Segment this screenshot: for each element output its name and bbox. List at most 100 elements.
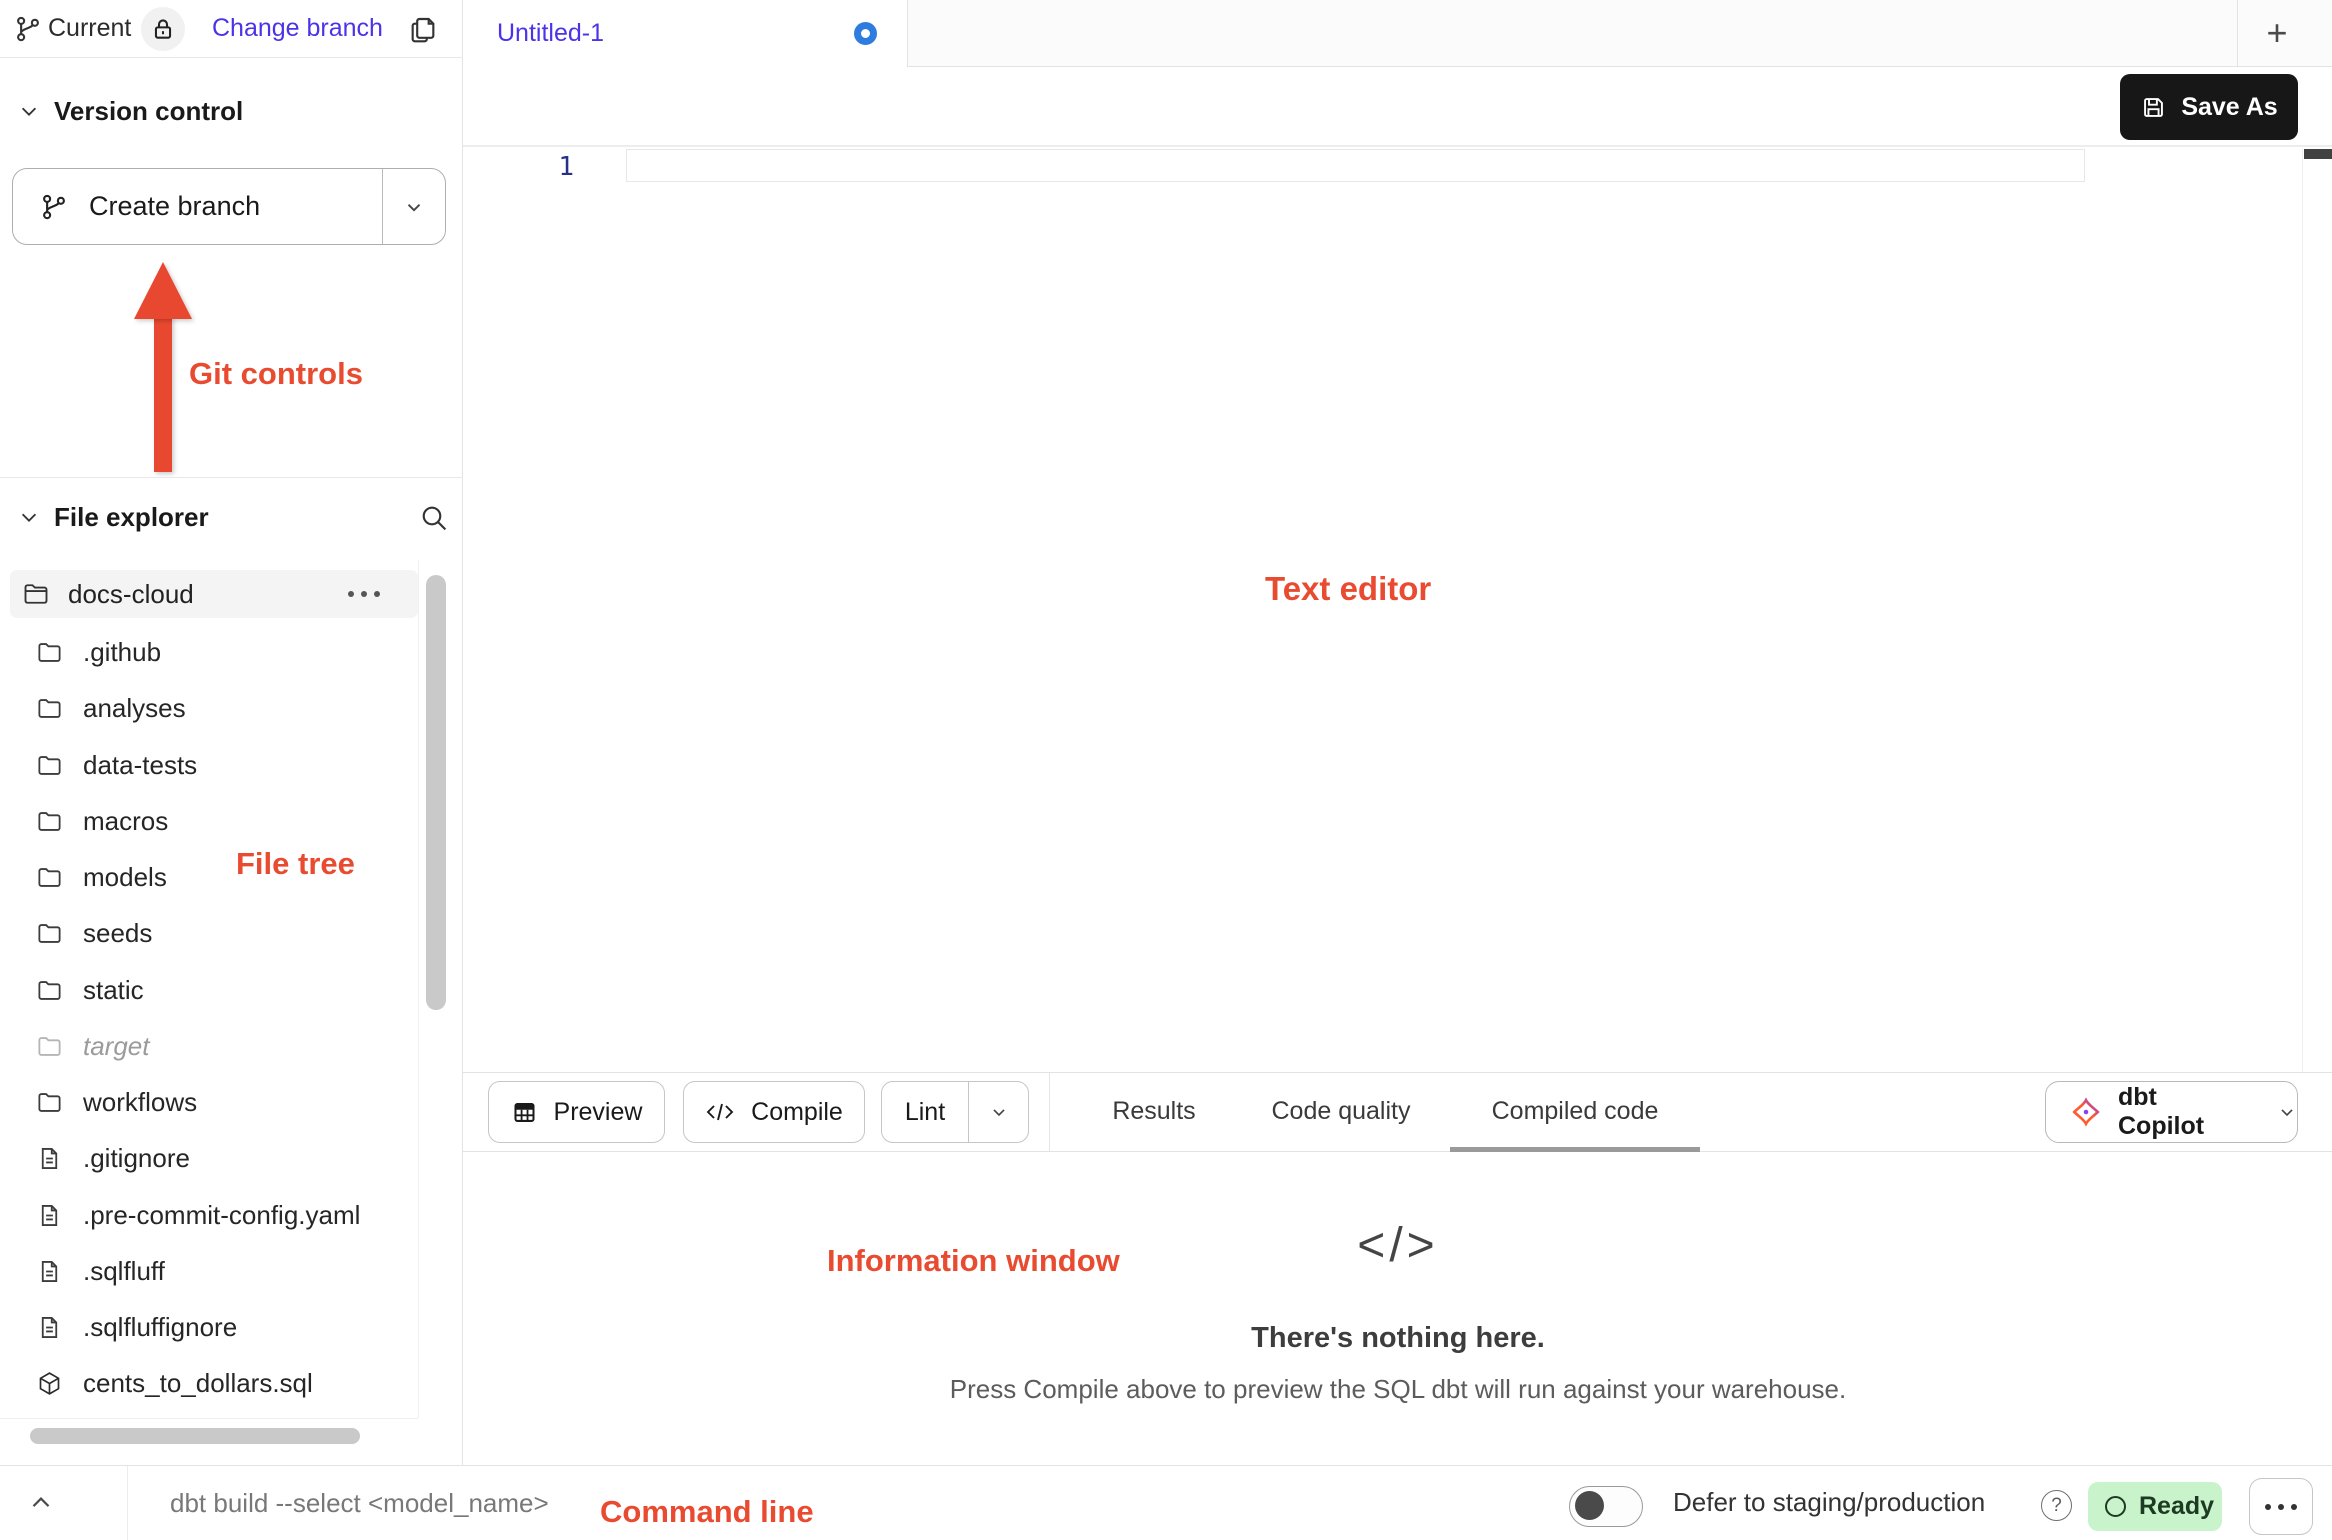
annotation-information-window: Information window: [827, 1243, 1120, 1279]
annotation-command-line: Command line: [600, 1494, 814, 1530]
file-row[interactable]: .sqlfluff: [36, 1243, 406, 1299]
status-badge: Ready: [2088, 1482, 2222, 1531]
folder-icon: [36, 639, 63, 666]
chevron-down-icon: [18, 100, 40, 122]
preview-label: Preview: [554, 1098, 643, 1127]
model-cube-icon: [36, 1370, 63, 1397]
file-row[interactable]: .sqlfluffignore: [36, 1299, 406, 1355]
tab-title: Untitled-1: [497, 19, 604, 48]
save-icon: [2140, 94, 2167, 121]
compile-label: Compile: [751, 1098, 843, 1127]
create-branch-button[interactable]: Create branch: [12, 168, 446, 245]
editor-scrollbar-thumb[interactable]: [2304, 149, 2332, 159]
file-name: .pre-commit-config.yaml: [83, 1200, 360, 1231]
sidebar: Current Change branch Version control: [0, 0, 463, 1465]
file-explorer-title: File explorer: [54, 502, 209, 533]
current-branch-label: Current: [48, 0, 131, 57]
panel-divider: [1049, 1072, 1050, 1152]
annotation-file-tree: File tree: [236, 846, 355, 882]
unsaved-changes-dot: [854, 22, 877, 45]
tab-results[interactable]: Results: [1112, 1072, 1195, 1151]
lint-label: Lint: [882, 1098, 968, 1127]
folder-icon: [36, 977, 63, 1004]
save-as-button[interactable]: Save As: [2120, 74, 2298, 140]
file-icon: [36, 1258, 63, 1285]
file-tree-horizontal-scrollbar[interactable]: [30, 1428, 360, 1444]
file-row-root[interactable]: docs-cloud: [10, 570, 418, 618]
change-branch-link[interactable]: Change branch: [212, 0, 383, 57]
toggle-knob: [1575, 1491, 1604, 1520]
editor-toolbar: [463, 67, 2332, 147]
create-branch-dropdown[interactable]: [382, 169, 445, 244]
file-tree-vertical-scrollbar[interactable]: [426, 575, 446, 1010]
editor-active-line[interactable]: [626, 149, 2085, 182]
file-row[interactable]: analyses: [36, 680, 406, 736]
file-row[interactable]: .pre-commit-config.yaml: [36, 1187, 406, 1243]
file-name: analyses: [83, 693, 186, 724]
dbt-copilot-button[interactable]: dbt Copilot: [2045, 1081, 2298, 1143]
file-name: .sqlfluff: [83, 1256, 165, 1287]
folder-icon: [36, 1089, 63, 1116]
file-icon: [36, 1202, 63, 1229]
dbt-ide-window: Current Change branch Version control: [0, 0, 2332, 1540]
file-row[interactable]: seeds: [36, 905, 406, 961]
tab-compiled-code[interactable]: Compiled code: [1492, 1072, 1659, 1151]
lint-button[interactable]: Lint: [881, 1081, 1029, 1143]
file-tree-bottom-divider: [0, 1418, 418, 1419]
file-name: .gitignore: [83, 1143, 190, 1174]
file-row[interactable]: cents_to_dollars.sql: [36, 1355, 406, 1411]
kebab-menu-icon[interactable]: [348, 570, 380, 618]
file-tree-edge: [418, 560, 419, 1418]
git-branch-icon: [13, 14, 43, 44]
help-icon[interactable]: ?: [2041, 1490, 2072, 1521]
search-icon[interactable]: [414, 498, 454, 538]
lint-dropdown[interactable]: [968, 1082, 1028, 1142]
tab-code-quality[interactable]: Code quality: [1272, 1072, 1411, 1151]
file-name: target: [83, 1031, 150, 1062]
new-tab-button[interactable]: +: [2252, 8, 2302, 58]
text-editor[interactable]: [463, 149, 2332, 1072]
file-row[interactable]: macros: [36, 793, 406, 849]
preview-button[interactable]: Preview: [488, 1081, 665, 1143]
file-icon: [36, 1145, 63, 1172]
chevron-down-icon: [18, 506, 40, 528]
file-row[interactable]: static: [36, 962, 406, 1018]
more-options-button[interactable]: [2249, 1478, 2313, 1535]
folder-icon: [36, 864, 63, 891]
annotation-text-editor: Text editor: [1265, 570, 1431, 608]
file-name: cents_to_dollars.sql: [83, 1368, 313, 1399]
annotation-arrow-head: [134, 262, 192, 319]
editor-scrollbar-track: [2302, 149, 2303, 1072]
file-explorer-header[interactable]: File explorer: [18, 494, 209, 540]
file-name: docs-cloud: [68, 579, 194, 610]
file-row[interactable]: .github: [36, 624, 406, 680]
expand-command-panel-icon[interactable]: [26, 1488, 56, 1518]
defer-label: Defer to staging/production: [1673, 1465, 1985, 1540]
annotation-git-controls: Git controls: [189, 356, 363, 392]
version-control-header[interactable]: Version control: [18, 88, 243, 134]
code-glyph-icon: </>: [1357, 1218, 1438, 1273]
file-name: models: [83, 862, 167, 893]
file-row[interactable]: workflows: [36, 1074, 406, 1130]
tab-untitled-1[interactable]: Untitled-1: [463, 0, 908, 67]
table-icon: [511, 1099, 538, 1126]
code-icon: [705, 1100, 735, 1124]
file-row[interactable]: data-tests: [36, 737, 406, 793]
folder-icon: [36, 920, 63, 947]
git-branch-icon: [39, 192, 69, 222]
status-ring-icon: [2105, 1496, 2126, 1517]
command-bar-divider: [127, 1466, 128, 1540]
copy-icon[interactable]: [408, 13, 440, 45]
file-name: macros: [83, 806, 168, 837]
status-label: Ready: [2139, 1492, 2214, 1521]
dbt-copilot-label: dbt Copilot: [2118, 1083, 2247, 1141]
defer-toggle[interactable]: [1569, 1486, 1643, 1527]
empty-state-title: There's nothing here.: [1251, 1322, 1545, 1355]
create-branch-label: Create branch: [89, 191, 260, 222]
file-row[interactable]: .gitignore: [36, 1130, 406, 1186]
chevron-down-icon: [2277, 1102, 2297, 1122]
compile-button[interactable]: Compile: [683, 1081, 865, 1143]
file-name: .sqlfluffignore: [83, 1312, 237, 1343]
file-row[interactable]: target: [36, 1018, 406, 1074]
chevron-down-icon: [989, 1102, 1009, 1122]
